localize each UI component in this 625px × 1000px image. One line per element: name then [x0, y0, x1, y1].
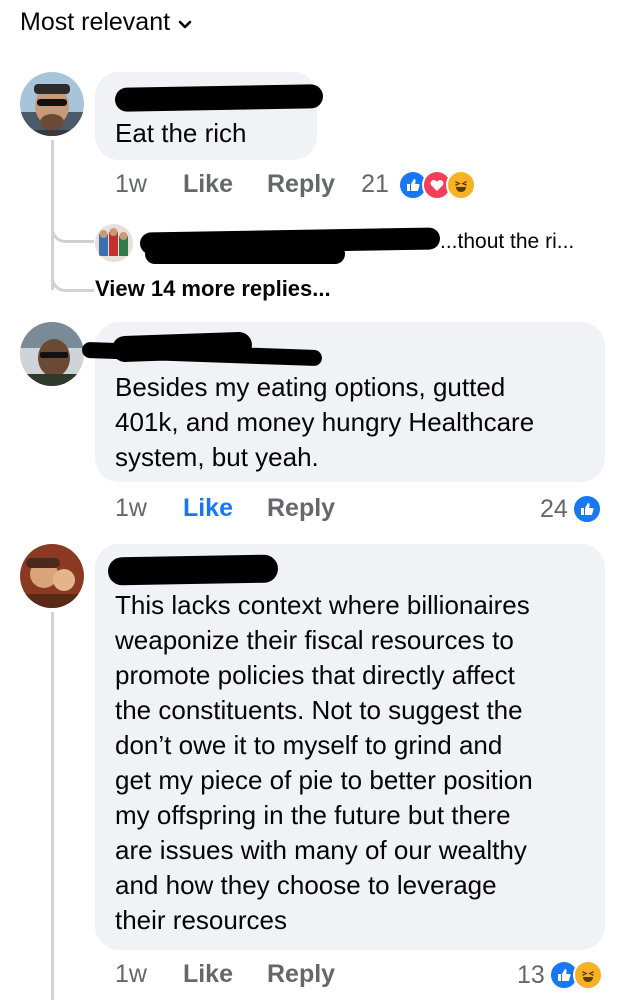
- reply-preview-text[interactable]: ...thout the ri...: [440, 230, 574, 254]
- like-button[interactable]: Like: [183, 494, 233, 523]
- reaction-count: 24: [540, 494, 568, 523]
- comment-line: 401k, and money hungry Healthcare: [115, 407, 535, 437]
- redacted-name: [107, 554, 279, 586]
- comment-line: This lacks context where billionaires: [115, 590, 530, 620]
- like-button[interactable]: Like: [183, 960, 233, 989]
- haha-reaction-icon: [446, 170, 476, 200]
- comment-text: Eat the rich: [115, 118, 247, 148]
- thread-line: [51, 612, 54, 1000]
- reaction-summary[interactable]: 13: [517, 960, 603, 990]
- reaction-icons[interactable]: [398, 170, 476, 200]
- comment-line: the constituents. Not to suggest the: [115, 695, 523, 725]
- reply-button[interactable]: Reply: [267, 494, 335, 523]
- view-more-replies-link[interactable]: View 14 more replies...: [95, 276, 331, 302]
- avatar[interactable]: [20, 322, 84, 386]
- redacted-name: [114, 84, 324, 112]
- thread-branch: [51, 218, 94, 243]
- comment-line: get my piece of pie to better position: [115, 765, 533, 795]
- comment-line: don’t owe it to myself to grind and: [115, 730, 503, 760]
- timestamp[interactable]: 1w: [115, 170, 147, 199]
- comment-line: weaponize their fiscal resources to: [115, 625, 514, 655]
- timestamp[interactable]: 1w: [115, 960, 147, 989]
- reply-button[interactable]: Reply: [267, 960, 335, 989]
- redacted-name: [145, 244, 345, 264]
- avatar[interactable]: [95, 224, 133, 262]
- comment-line: system, but yeah.: [115, 442, 319, 472]
- reply-button[interactable]: Reply: [267, 170, 335, 199]
- comment-line: their resources: [115, 905, 287, 935]
- comment-line: promote policies that directly affect: [115, 660, 515, 690]
- sort-label: Most relevant: [20, 8, 171, 36]
- like-button[interactable]: Like: [183, 170, 233, 199]
- comment-text: This lacks context where billionaires we…: [115, 588, 533, 938]
- comment-actions: 1w Like Reply: [115, 494, 335, 523]
- thread-branch: [51, 265, 94, 292]
- sort-dropdown[interactable]: Most relevant: [20, 8, 192, 37]
- chevron-down-icon: [178, 20, 192, 28]
- comment-line: my offspring in the future but there: [115, 800, 511, 830]
- reaction-count[interactable]: 21: [361, 170, 389, 199]
- like-reaction-icon: [571, 494, 602, 524]
- comment-line: are issues with many of our wealthy: [115, 835, 527, 865]
- reaction-count: 13: [517, 960, 545, 989]
- comment-actions: 1w Like Reply: [115, 960, 335, 989]
- comment-text: Besides my eating options, gutted 401k, …: [115, 370, 534, 475]
- comment-line: Besides my eating options, gutted: [115, 372, 506, 402]
- haha-reaction-icon: [572, 960, 603, 990]
- avatar[interactable]: [20, 544, 84, 608]
- timestamp[interactable]: 1w: [115, 494, 147, 523]
- comment-line: and how they choose to leverage: [115, 870, 497, 900]
- avatar[interactable]: [20, 72, 84, 136]
- comment-actions: 1w Like Reply 21: [115, 170, 389, 199]
- reaction-summary[interactable]: 24: [540, 494, 602, 524]
